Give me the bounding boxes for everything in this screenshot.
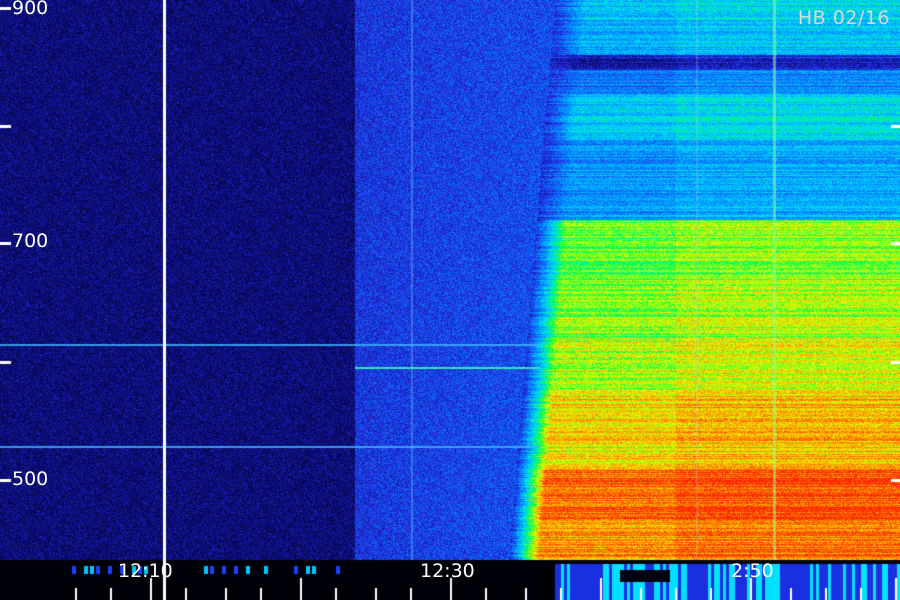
y-tick-label-500: 500 bbox=[12, 468, 49, 490]
spectrogram-plot bbox=[0, 0, 900, 600]
x-tick-label-1230: 12:30 bbox=[420, 560, 475, 582]
x-tick-label-1210: 12:10 bbox=[118, 560, 173, 582]
y-tick-label-700: 700 bbox=[12, 230, 49, 252]
x-tick-label-250: 2:50 bbox=[731, 560, 774, 582]
date-stamp: HB 02/16 bbox=[797, 7, 890, 29]
y-tick-label-900: 900 bbox=[12, 0, 49, 19]
